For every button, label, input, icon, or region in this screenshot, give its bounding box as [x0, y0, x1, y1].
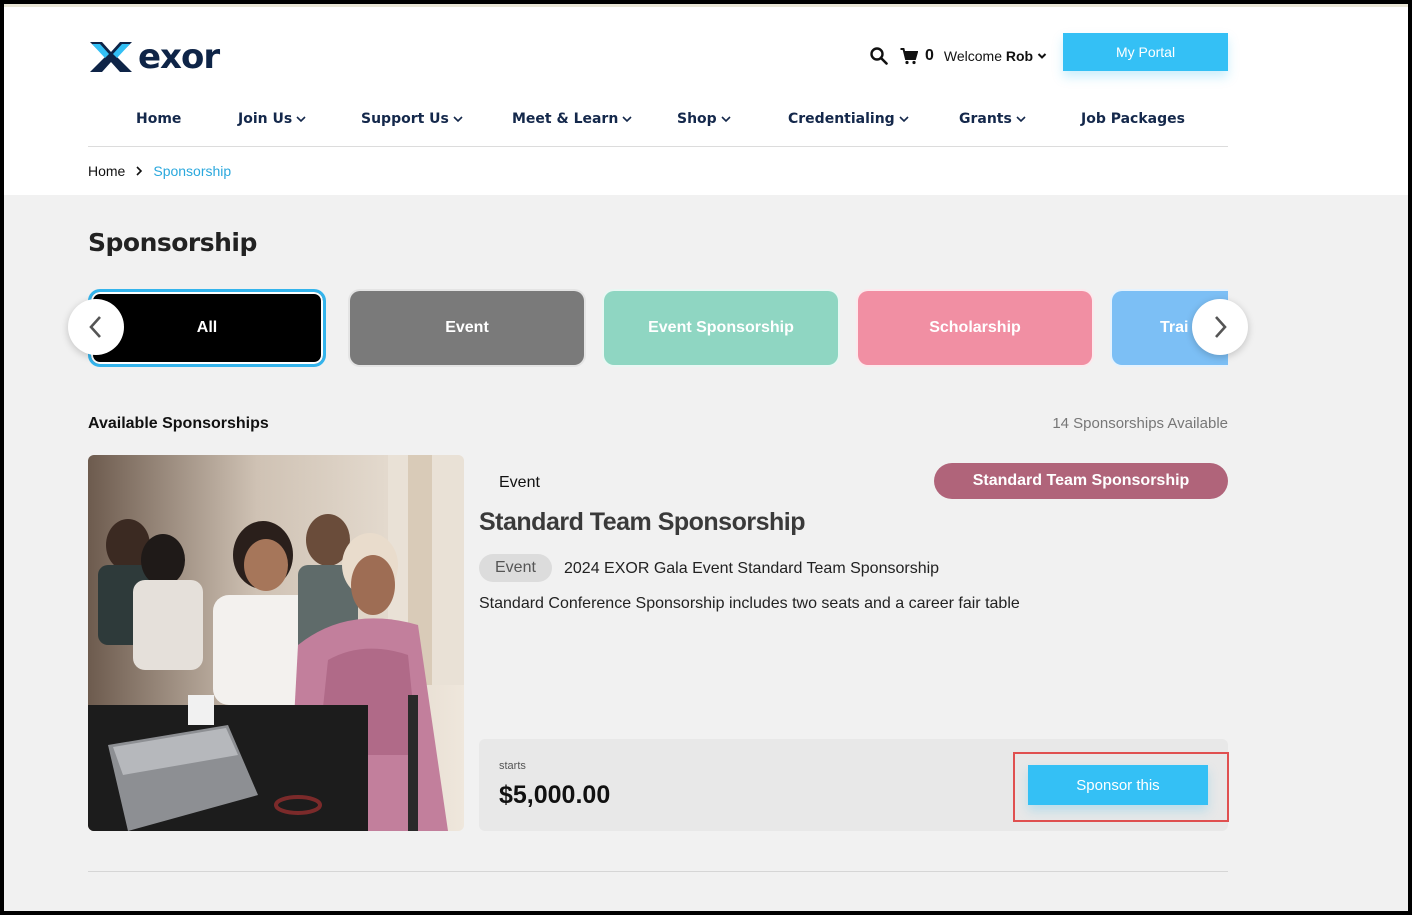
chevron-down-icon [1016, 116, 1026, 123]
browser-viewport: exor 0 Welcome Rob My Portal Home Join U… [4, 4, 1408, 911]
welcome-menu[interactable]: Welcome Rob [944, 48, 1033, 64]
nav-item-shop[interactable]: Shop [677, 111, 731, 127]
price-label: starts [499, 760, 526, 772]
search-icon[interactable] [870, 47, 888, 65]
sponsorship-type: Event [499, 474, 540, 491]
nav-item-label: Shop [677, 111, 717, 127]
chevron-down-icon [622, 116, 632, 123]
breadcrumb-current[interactable]: Sponsorship [153, 163, 231, 179]
chevron-down-icon [899, 116, 909, 123]
nav-item-label: Credentialing [788, 111, 895, 127]
chevron-left-icon [89, 316, 101, 338]
category-label: Scholarship [929, 319, 1021, 336]
utility-bar: 0 Welcome Rob [870, 36, 1047, 76]
category-label: Event [445, 319, 489, 336]
available-sponsorships-heading: Available Sponsorships [88, 415, 269, 432]
main-nav: Home Join Us Support Us Meet & Learn Sho… [88, 105, 1228, 147]
nav-item-credentialing[interactable]: Credentialing [788, 111, 909, 127]
nav-item-label: Home [136, 111, 182, 127]
site-header: exor 0 Welcome Rob My Portal Home Join U… [4, 7, 1408, 195]
category-carousel: All Event Event Sponsorship Scholarship … [88, 287, 1228, 373]
chevron-down-icon [721, 116, 731, 123]
nav-item-join-us[interactable]: Join Us [238, 111, 306, 127]
nav-item-job-packages[interactable]: Job Packages [1081, 111, 1185, 127]
divider [88, 871, 1228, 872]
category-scholarship[interactable]: Scholarship [856, 289, 1094, 367]
welcome-prefix: Welcome [943, 48, 1002, 64]
nav-item-label: Job Packages [1081, 111, 1185, 127]
category-event-sponsorship[interactable]: Event Sponsorship [602, 289, 840, 367]
nav-item-label: Grants [959, 111, 1012, 127]
nav-item-label: Meet & Learn [512, 111, 619, 127]
nav-item-label: Join Us [238, 111, 293, 127]
my-portal-button[interactable]: My Portal [1063, 33, 1228, 71]
category-label: Trai [1160, 319, 1189, 336]
carousel-prev-button[interactable] [68, 299, 124, 355]
nav-item-label: Support Us [361, 111, 449, 127]
sponsorship-count: 14 Sponsorships Available [1052, 415, 1228, 432]
nav-item-support-us[interactable]: Support Us [361, 111, 463, 127]
page-title: Sponsorship [88, 228, 257, 257]
sponsorship-title[interactable]: Standard Team Sponsorship [479, 508, 805, 537]
exor-logo[interactable]: exor [88, 37, 220, 77]
chevron-down-icon [453, 116, 463, 123]
exor-logo-mark-icon [90, 42, 132, 72]
breadcrumb: Home Sponsorship [88, 163, 231, 179]
event-tag: Event [479, 554, 552, 582]
sponsor-this-button[interactable]: Sponsor this [1028, 765, 1208, 805]
sponsorship-level-badge: Standard Team Sponsorship [934, 463, 1228, 499]
breadcrumb-home[interactable]: Home [88, 163, 125, 179]
nav-item-home[interactable]: Home [136, 111, 181, 127]
category-event[interactable]: Event [348, 289, 586, 367]
sponsorship-description: Standard Conference Sponsorship includes… [479, 595, 1020, 612]
nav-item-meet-learn[interactable]: Meet & Learn [512, 111, 632, 127]
category-label: Event Sponsorship [648, 319, 794, 336]
cart-icon[interactable] [900, 47, 918, 65]
chevron-right-icon [136, 166, 143, 176]
chevron-down-icon [296, 116, 306, 123]
chevron-right-icon [1215, 316, 1227, 338]
welcome-user: Rob [1005, 48, 1034, 64]
category-label: All [196, 319, 218, 336]
logo-wordmark: exor [138, 37, 220, 77]
sponsorship-subtitle: 2024 EXOR Gala Event Standard Team Spons… [564, 560, 940, 577]
conference-photo [88, 455, 464, 831]
chevron-down-icon[interactable] [1037, 51, 1047, 61]
nav-item-grants[interactable]: Grants [959, 111, 1026, 127]
price-value: $5,000.00 [499, 781, 611, 809]
carousel-next-button[interactable] [1192, 299, 1248, 355]
cart-count[interactable]: 0 [925, 47, 934, 65]
sponsorship-image [88, 455, 464, 831]
